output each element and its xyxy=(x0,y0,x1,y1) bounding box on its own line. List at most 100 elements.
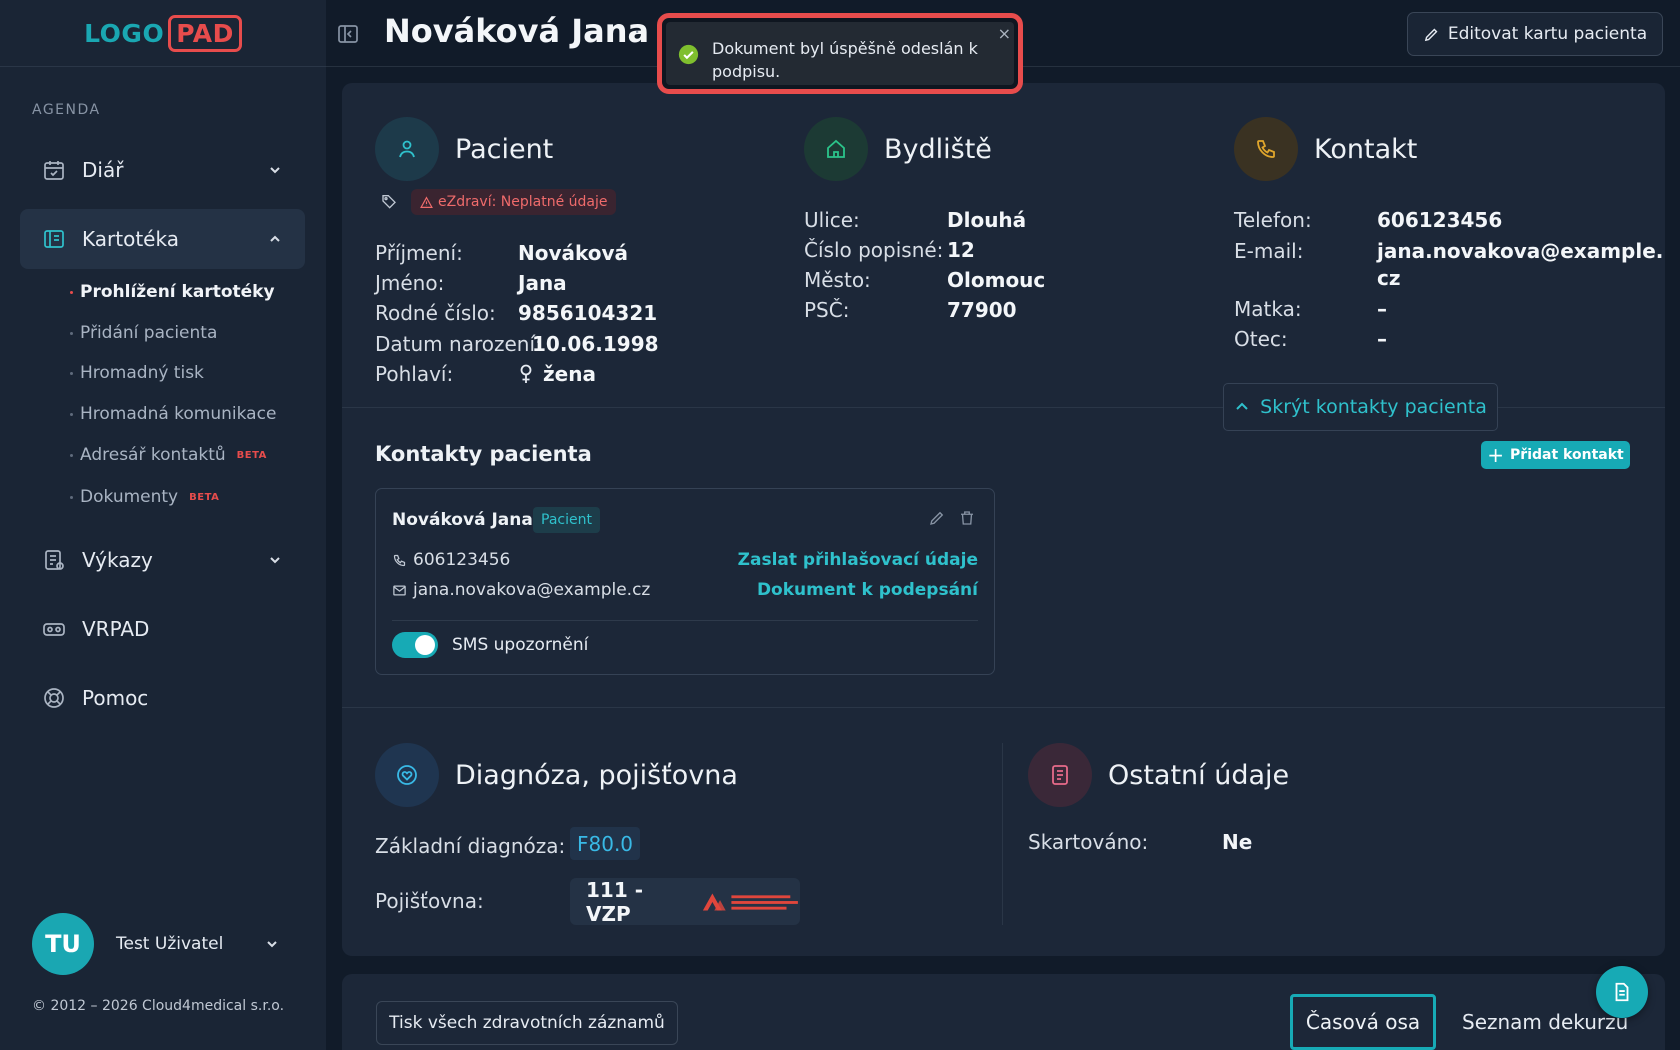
sidebar-subitem-label: Hromadný tisk xyxy=(80,363,204,383)
field-value: – xyxy=(1377,327,1387,351)
ezdravi-warning-badge[interactable]: eZdraví: Neplatné údaje xyxy=(411,189,617,215)
contact-section-title: Kontakt xyxy=(1314,133,1418,165)
tag-icon[interactable] xyxy=(381,193,397,209)
sidebar-subitem-adresar[interactable]: Adresář kontaktů BETA xyxy=(70,445,267,465)
contact-card-divider xyxy=(392,620,978,621)
field-label: PSČ: xyxy=(804,298,850,322)
phone-icon xyxy=(393,554,406,566)
avatar: TU xyxy=(32,913,94,975)
patient-section-title: Pacient xyxy=(455,133,554,165)
sidebar-item-pomoc[interactable]: Pomoc xyxy=(20,668,305,728)
field-label: Pohlaví: xyxy=(375,362,454,386)
insurer-value: 111 - VZP xyxy=(570,877,800,926)
field-label: E-mail: xyxy=(1234,239,1304,263)
sidebar-subitem-prohlizeni[interactable]: Prohlížení kartotéky xyxy=(70,282,275,302)
logo-text-b: PAD xyxy=(168,14,242,52)
chevron-up-icon xyxy=(1236,402,1248,410)
logo-row: LOGO PAD xyxy=(0,0,326,67)
person-icon xyxy=(399,140,415,158)
field-value: 606123456 xyxy=(1377,208,1503,232)
sidebar-item-kartoteka[interactable]: Kartotéka xyxy=(20,209,305,269)
contact-card-email-value: jana.novakova@example.cz xyxy=(413,580,651,600)
diagnosis-section-header: Diagnóza, pojišťovna xyxy=(375,743,738,807)
logo-text-a: LOGO xyxy=(84,18,165,48)
logo[interactable]: LOGO PAD xyxy=(84,14,242,52)
user-menu[interactable]: TU Test Uživatel xyxy=(32,912,292,976)
sidebar-subitem-label: Dokumenty xyxy=(80,487,179,507)
add-contact-button[interactable]: + Přidat kontakt xyxy=(1481,441,1630,469)
sidebar-item-diar[interactable]: Diář xyxy=(20,140,305,200)
hide-patient-contacts-button[interactable]: Skrýt kontakty pacienta xyxy=(1223,383,1498,431)
trash-icon[interactable] xyxy=(958,509,976,527)
address-icon-circle xyxy=(804,117,868,181)
close-icon[interactable]: × xyxy=(998,24,1011,43)
print-all-records-button[interactable]: Tisk všech zdravotních záznamů xyxy=(376,1001,678,1045)
plus-icon: + xyxy=(1487,443,1505,467)
field-label: Základní diagnóza: xyxy=(375,834,566,858)
field-label: Příjmení: xyxy=(375,241,463,265)
sidebar-subitem-hromadna-komunikace[interactable]: Hromadná komunikace xyxy=(69,404,277,424)
vr-headset-icon xyxy=(43,623,65,636)
field-label: Otec: xyxy=(1234,327,1288,351)
sidebar-item-label: Výkazy xyxy=(82,548,153,572)
field-value: jana.novakova@example. xyxy=(1377,239,1664,263)
field-label: Skartováno: xyxy=(1028,830,1149,854)
vzp-logo-icon xyxy=(703,892,799,911)
calendar-check-icon xyxy=(44,161,64,180)
floating-document-button[interactable] xyxy=(1596,966,1648,1018)
beta-badge: BETA xyxy=(236,449,267,461)
insurer-value-text: 111 - VZP xyxy=(586,877,644,926)
warning-icon xyxy=(420,195,433,208)
edit-patient-card-label: Editovat kartu pacienta xyxy=(1447,24,1648,44)
beta-badge: BETA xyxy=(189,491,220,503)
field-label: Město: xyxy=(804,268,871,292)
sidebar-subitem-hromadny-tisk[interactable]: Hromadný tisk xyxy=(70,363,204,383)
field-value: 9856104321 xyxy=(518,301,658,325)
patient-section-header: Pacient xyxy=(375,117,553,181)
document-icon xyxy=(1615,982,1629,1002)
address-section-header: Bydliště xyxy=(804,117,992,181)
sidebar-item-vykazy[interactable]: Výkazy xyxy=(20,530,305,590)
contact-card-phone: 606123456 xyxy=(392,550,510,570)
field-value: – xyxy=(1377,297,1387,321)
success-toast: Dokument byl úspěšně odeslán k podpisu. … xyxy=(666,22,1014,85)
sms-notification-toggle[interactable] xyxy=(392,632,438,658)
sidebar-subitem-pridani[interactable]: Přidání pacienta xyxy=(69,323,218,343)
sidebar-subitem-label: Hromadná komunikace xyxy=(80,404,277,424)
sidebar-subitem-label: Přidání pacienta xyxy=(80,323,218,343)
field-label: Telefon: xyxy=(1234,208,1312,232)
pencil-icon xyxy=(1424,28,1438,41)
tab-decursus-list[interactable]: Seznam dekurzů xyxy=(1462,1010,1628,1034)
contact-card-phone-value: 606123456 xyxy=(413,550,511,570)
field-value-continued: cz xyxy=(1377,266,1401,290)
patient-contacts-title: Kontakty pacienta xyxy=(375,442,592,466)
sidebar-subitem-dokumenty[interactable]: Dokumenty BETA xyxy=(69,487,220,507)
toast-highlight: Dokument byl úspěšně odeslán k podpisu. … xyxy=(657,13,1023,94)
diagnosis-icon-circle xyxy=(375,743,439,807)
tab-timeline[interactable]: Časová osa xyxy=(1290,994,1436,1050)
document-to-sign-link[interactable]: Dokument k podepsání xyxy=(757,580,978,600)
diagnosis-section-title: Diagnóza, pojišťovna xyxy=(455,759,738,791)
edit-patient-card-button[interactable]: Editovat kartu pacienta xyxy=(1407,12,1663,56)
sms-notification-label: SMS upozornění xyxy=(452,635,589,655)
send-login-link[interactable]: Zaslat přihlašovací údaje xyxy=(738,550,978,570)
lifebuoy-icon xyxy=(44,688,64,708)
chevron-down-icon xyxy=(270,557,280,564)
phone-icon xyxy=(1257,140,1275,158)
diagnosis-code[interactable]: F80.0 xyxy=(570,827,641,860)
field-value: Ne xyxy=(1222,830,1253,854)
records-bar: Tisk všech zdravotních záznamů Časová os… xyxy=(342,974,1665,1050)
sidebar-toggle-icon[interactable] xyxy=(336,22,360,46)
add-contact-label: Přidat kontakt xyxy=(1510,447,1624,463)
field-value: Dlouhá xyxy=(947,208,1027,232)
home-icon xyxy=(827,139,845,158)
sidebar-item-vrpad[interactable]: VRPAD xyxy=(20,599,305,659)
field-value: Olomouc xyxy=(947,268,1046,292)
sidebar-subitem-label: Prohlížení kartotéky xyxy=(80,282,275,302)
field-label: Rodné číslo: xyxy=(375,301,496,325)
edit-contact-icon[interactable] xyxy=(928,509,946,527)
other-section-title: Ostatní údaje xyxy=(1108,759,1290,791)
chevron-down-icon xyxy=(267,941,277,948)
title-separator: · xyxy=(634,20,641,44)
field-label: Matka: xyxy=(1234,297,1302,321)
